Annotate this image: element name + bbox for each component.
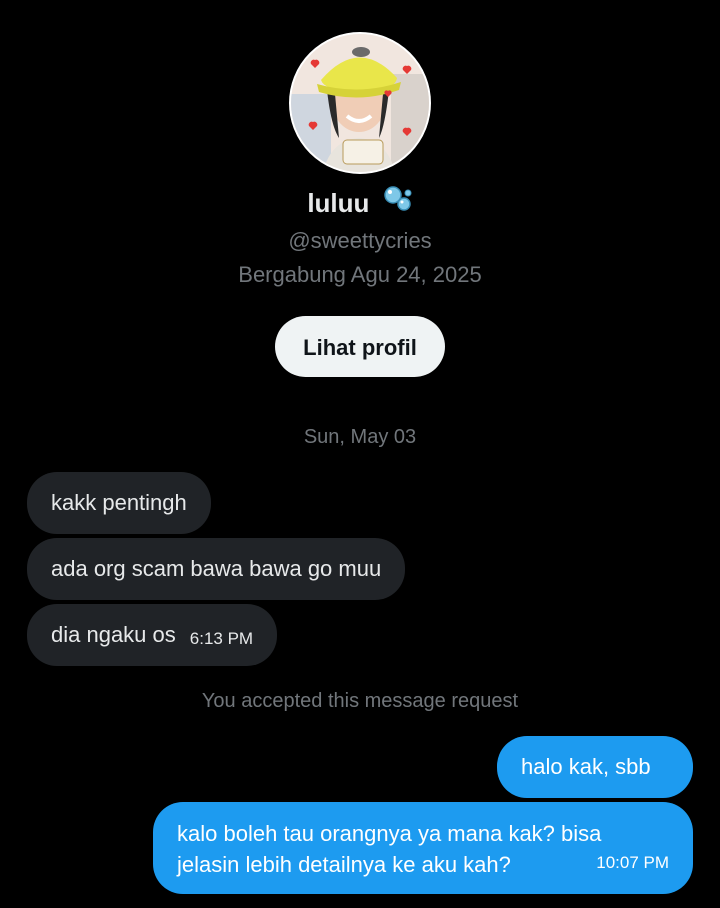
message-text: halo kak, sbb <box>521 754 651 779</box>
bubbles-icon <box>383 185 413 221</box>
message-text: ada org scam bawa bawa go muu <box>51 556 382 581</box>
incoming-message[interactable]: kakk pentingh <box>27 472 211 534</box>
outgoing-message[interactable]: halo kak, sbb <box>497 736 693 798</box>
profile-handle: @sweettycries <box>288 228 432 253</box>
message-text: kakk pentingh <box>51 490 187 515</box>
message-text: dia ngaku os <box>51 622 176 647</box>
profile-name: luluu <box>307 188 370 218</box>
view-profile-button[interactable]: Lihat profil <box>275 316 445 377</box>
incoming-message[interactable]: dia ngaku os 6:13 PM <box>27 604 278 666</box>
incoming-message[interactable]: ada org scam bawa bawa go muu <box>27 538 406 600</box>
message-request-notice: You accepted this message request <box>201 690 519 712</box>
profile-name-row: luluu <box>0 186 720 223</box>
avatar[interactable] <box>289 32 431 174</box>
outgoing-message[interactable]: kalo boleh tau orangnya ya mana kak? bis… <box>153 802 693 894</box>
profile-joined-date: Bergabung Agu 24, 2025 <box>238 262 482 287</box>
message-timestamp: 10:07 PM <box>596 853 669 872</box>
message-timestamp: 6:13 PM <box>189 629 254 648</box>
date-separator: Sun, May 03 <box>303 426 417 448</box>
avatar-image <box>291 34 429 172</box>
message-text-line: jelasin lebih detailnya ke aku kah? <box>177 852 511 877</box>
message-text-line: kalo boleh tau orangnya ya mana kak? bis… <box>177 821 602 846</box>
